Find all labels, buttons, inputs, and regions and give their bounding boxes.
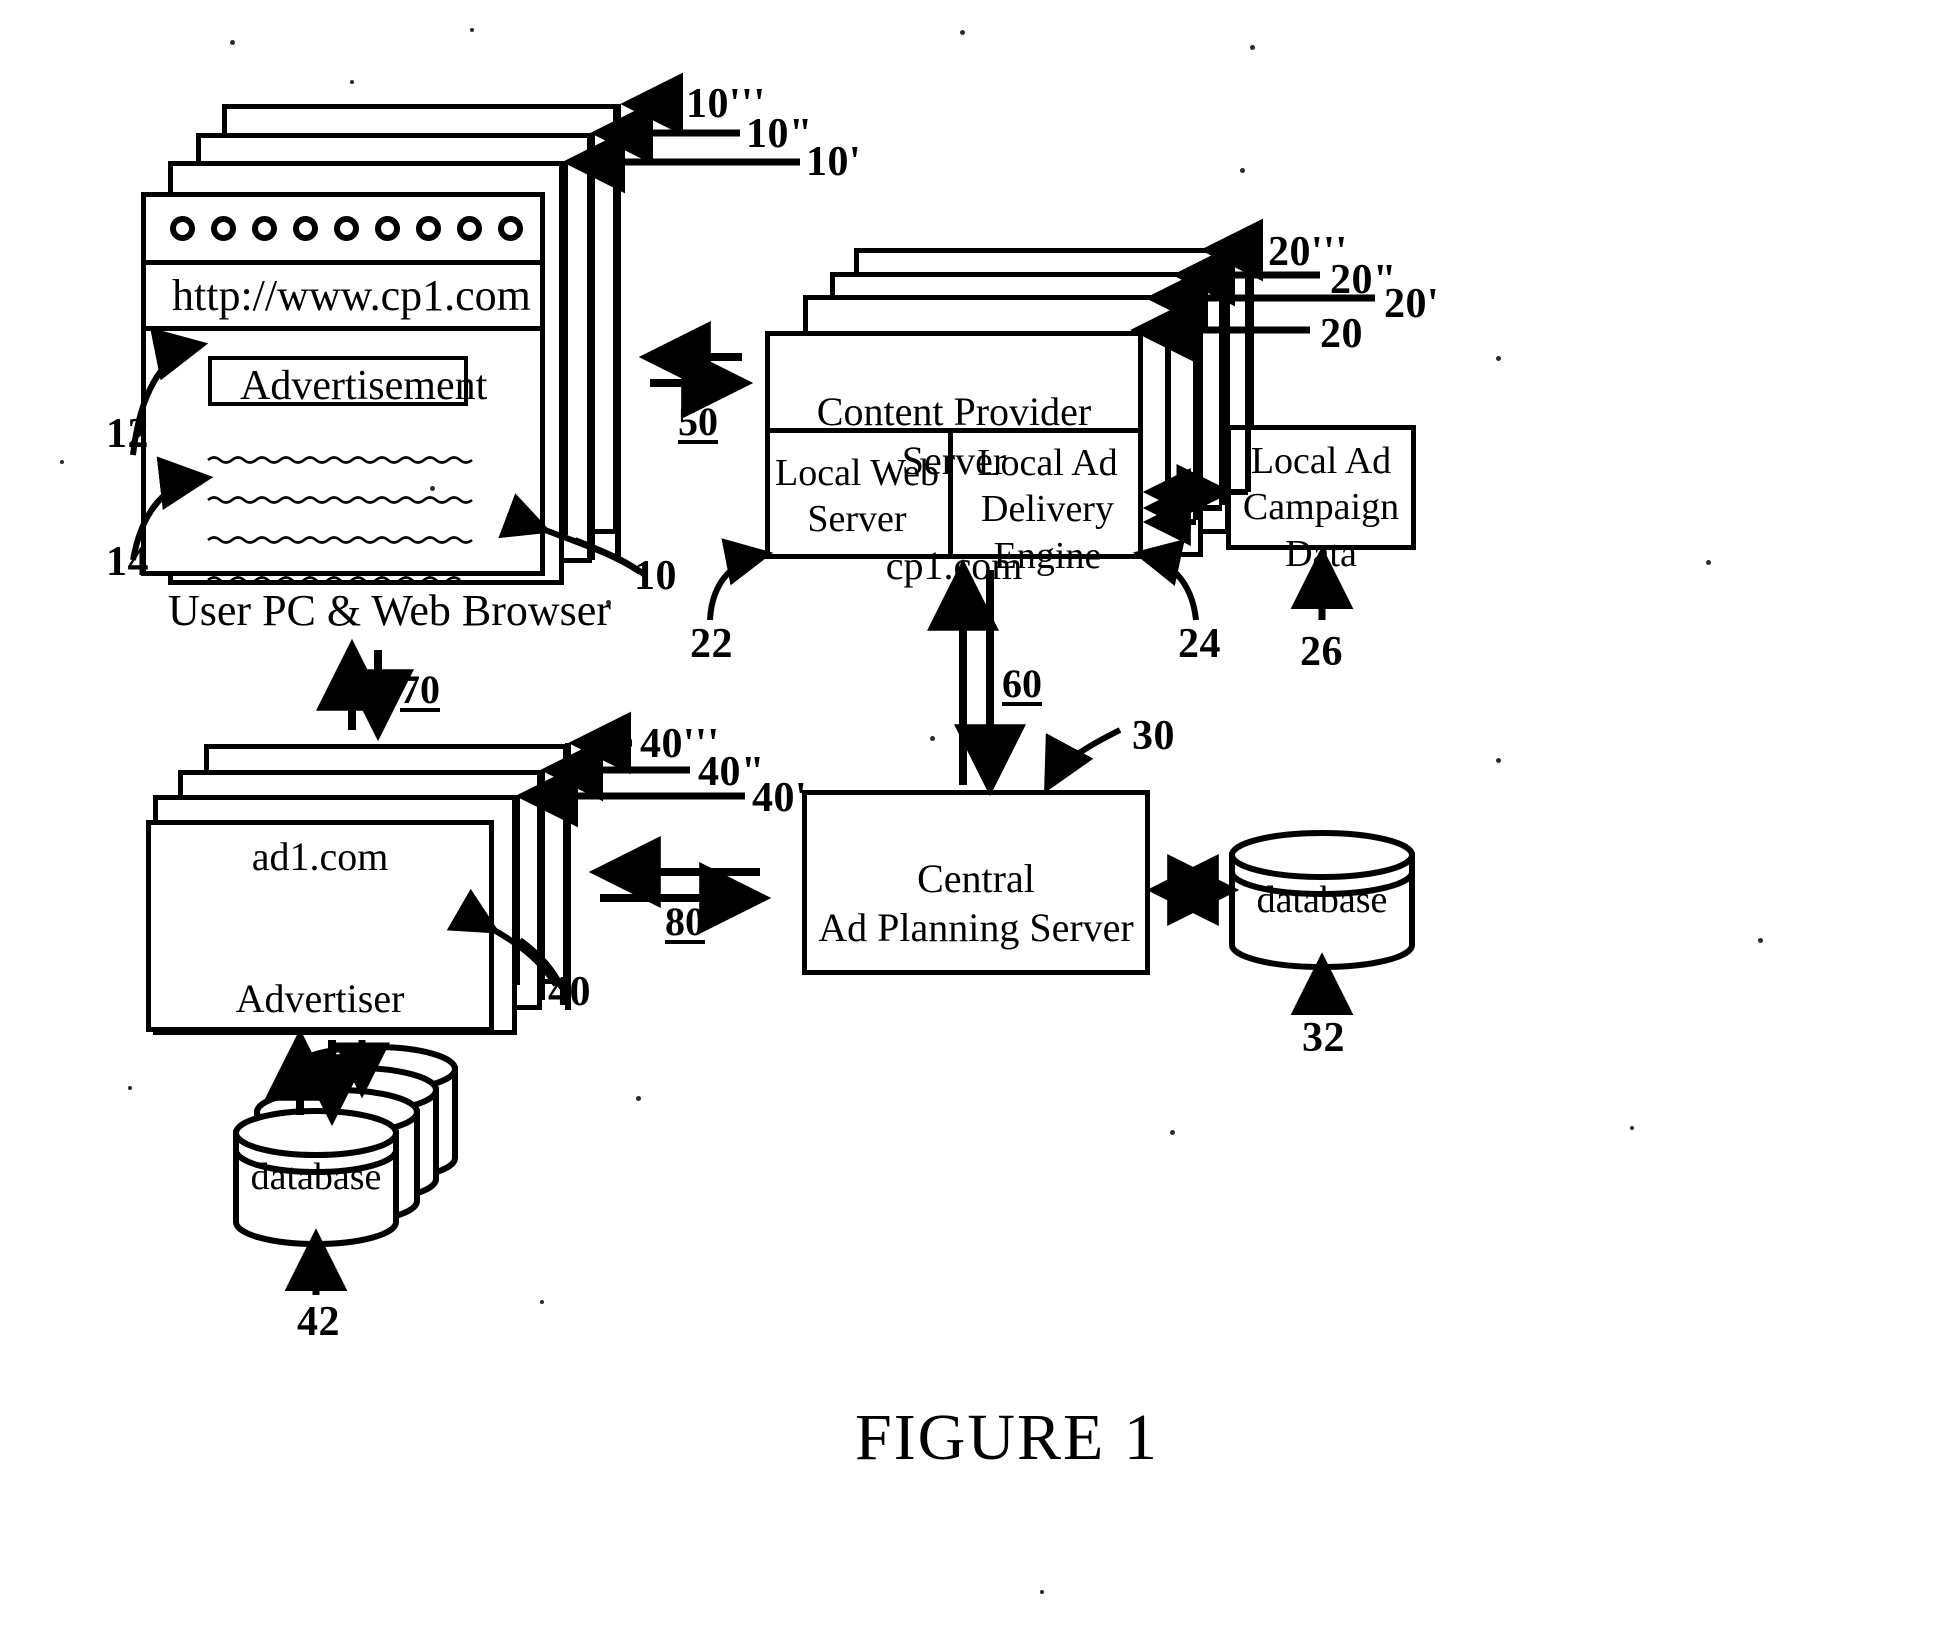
figure-canvas: http://www.cp1.com Advertisement User PC… xyxy=(0,0,1934,1647)
scan-noise xyxy=(0,0,1934,1647)
